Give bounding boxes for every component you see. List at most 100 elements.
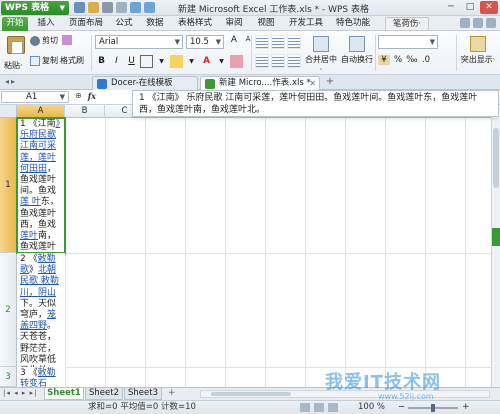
grow-font-icon[interactable]: A — [228, 35, 240, 45]
number-format-select[interactable]: ▼ — [378, 35, 438, 49]
scrollbar-thumb[interactable] — [493, 128, 499, 188]
skin-icon[interactable] — [460, 18, 470, 28]
copy-button[interactable]: 复制 — [30, 55, 58, 66]
tab-table-style[interactable]: 表格样式 — [175, 17, 215, 31]
zoom-slider-knob[interactable] — [431, 404, 435, 412]
row-header-1[interactable]: 1 — [0, 118, 17, 253]
vertical-scrollbar[interactable] — [491, 118, 500, 387]
align-center-icon[interactable] — [271, 53, 285, 68]
row-header-3[interactable]: 3 — [0, 367, 17, 387]
fx-button[interactable]: fx — [88, 91, 96, 101]
tab-nav-arrows[interactable]: ◂▸ — [5, 77, 17, 86]
format-painter-button[interactable] — [62, 35, 72, 45]
column-header-a[interactable]: A — [17, 105, 65, 118]
zoom-in-button[interactable]: + — [462, 401, 470, 414]
sheet-nav-arrows[interactable]: |◂ ◂ ▸ ▸| — [3, 389, 37, 397]
italic-button[interactable]: I — [110, 55, 123, 68]
tab-special-features[interactable]: 特色功能 — [333, 17, 373, 31]
cell-a1[interactable]: 1 《江南》乐府民歌 江南可采莲，莲叶何田田，鱼戏莲叶间。鱼戏莲 叶东，鱼戏莲叶… — [16, 117, 66, 263]
chevron-down-icon[interactable]: ▼ — [215, 55, 228, 68]
cell-link-text[interactable]: 敕勒 — [38, 368, 56, 378]
close-button[interactable]: ✕ — [480, 1, 498, 14]
font-format-group: B I U ▼ ▼ A ▼ — [95, 55, 243, 69]
chevron-down-icon: ▼ — [59, 4, 65, 12]
column-header-b[interactable]: B — [65, 105, 105, 118]
redo-icon[interactable] — [144, 2, 155, 13]
cell-link-text[interactable]: 莲叶 — [20, 231, 38, 241]
align-left-icon[interactable] — [255, 53, 269, 68]
border-icon[interactable] — [140, 55, 153, 68]
minimize-button[interactable]: ─ — [442, 1, 460, 14]
format-painter-label-button[interactable]: 格式刷 — [60, 55, 84, 66]
zoom-slider[interactable] — [408, 404, 458, 412]
cell-a2[interactable]: 2 《敕勒歌》北朝民歌 敕勒川，阴山下。天似穹庐，笼盖四野。天苍苍，野茫茫，风吹… — [17, 253, 65, 376]
undo-icon[interactable] — [130, 2, 141, 13]
paste-button[interactable]: 粘贴· — [3, 34, 29, 72]
tab-home[interactable]: 开始 — [2, 17, 28, 31]
save-icon[interactable] — [74, 2, 85, 13]
open-icon[interactable] — [88, 2, 99, 13]
help-icon[interactable] — [473, 18, 483, 28]
currency-icon[interactable]: ¥ — [378, 55, 390, 65]
align-top-icon[interactable] — [255, 35, 269, 49]
font-color-icon[interactable]: A — [200, 55, 213, 68]
doc-tab-workbook[interactable]: 新建 Micro....作表.xls * ✕ — [200, 76, 320, 90]
wps-menu-button[interactable]: WPS 表格 ▼ — [1, 1, 69, 15]
align-middle-icon[interactable] — [271, 35, 285, 49]
sheet-tab-2[interactable]: Sheet2 — [85, 388, 123, 400]
thousands-button[interactable]: ‰ — [406, 55, 418, 65]
cut-button[interactable]: 剪切 — [30, 35, 58, 46]
formula-input[interactable]: 1 《江南》 乐府民歌 江南可采莲，莲叶何田田。鱼戏莲叶间。鱼戏莲叶东，鱼戏莲叶… — [132, 90, 499, 117]
tab-insert[interactable]: 插入 — [34, 17, 58, 31]
font-name-select[interactable]: Arial ▼ — [95, 35, 183, 49]
print-icon[interactable] — [102, 2, 113, 13]
print-preview-icon[interactable] — [116, 2, 127, 13]
scrollbar-thumb[interactable] — [211, 392, 291, 396]
tab-view[interactable]: 视图 — [254, 17, 278, 31]
new-tab-button[interactable]: + — [322, 76, 338, 89]
merge-center-button[interactable]: 合并居中· — [304, 35, 338, 74]
page-layout-icon[interactable] — [314, 403, 324, 412]
tab-formulas[interactable]: 公式 — [112, 17, 136, 31]
cell-link-text[interactable]: 莲 叶 — [20, 197, 41, 207]
align-bottom-icon[interactable] — [287, 35, 301, 49]
chevron-down-icon: ▼ — [174, 38, 180, 46]
eraser-icon[interactable] — [230, 55, 243, 68]
tab-user[interactable]: 笔荷伤· — [385, 17, 429, 31]
fill-color-icon[interactable] — [170, 55, 183, 68]
maximize-button[interactable]: □ — [461, 1, 479, 14]
shrink-font-icon[interactable]: A — [242, 35, 254, 45]
tab-data[interactable]: 数据 — [143, 17, 167, 31]
font-size-select[interactable]: 10.5 ▼ — [186, 35, 224, 49]
percent-button[interactable]: % — [392, 55, 404, 65]
align-right-icon[interactable] — [287, 53, 301, 68]
zoom-out-button[interactable]: − — [398, 401, 405, 414]
underline-button[interactable]: U — [125, 55, 138, 68]
highlight-button[interactable]: 突出显示· — [460, 35, 496, 71]
sheet-tab-1[interactable]: Sheet1 — [44, 388, 84, 400]
name-box[interactable]: A1 ▼ — [1, 91, 69, 103]
select-all-corner[interactable] — [0, 105, 17, 118]
row-header-2[interactable]: 2 — [0, 253, 17, 367]
collapse-ribbon-icon[interactable] — [486, 18, 496, 28]
sheet-tab-3[interactable]: Sheet3 — [124, 388, 162, 400]
tab-review[interactable]: 审阅 — [222, 17, 246, 31]
tab-page-layout[interactable]: 页面布局 — [66, 17, 106, 31]
grid-line — [17, 253, 500, 254]
wrap-text-button[interactable]: 自动换行 — [340, 35, 374, 71]
close-icon[interactable]: ✕ — [309, 77, 316, 90]
doc-tab-label: 新建 Micro....作表.xls * — [219, 78, 311, 88]
zoom-formula-icon[interactable]: ⊕ — [75, 91, 82, 101]
cell-link-text[interactable]: 转变石 — [20, 379, 47, 387]
chevron-down-icon[interactable]: ▼ — [185, 55, 198, 68]
zoom-level[interactable]: 100 % — [358, 401, 385, 414]
increase-decimal-icon[interactable]: .0 — [420, 55, 432, 65]
tab-developer[interactable]: 开发工具 — [286, 17, 326, 31]
page-break-icon[interactable] — [328, 403, 338, 412]
chevron-down-icon[interactable]: ▼ — [155, 55, 168, 68]
add-sheet-button[interactable]: + — [168, 388, 176, 398]
normal-view-icon[interactable] — [300, 403, 310, 412]
cell-a3[interactable]: 3 《敕勒 转变石 — [17, 367, 65, 387]
bold-button[interactable]: B — [95, 55, 108, 68]
doc-tab-docer[interactable]: Docer-在线模板 — [92, 76, 198, 90]
